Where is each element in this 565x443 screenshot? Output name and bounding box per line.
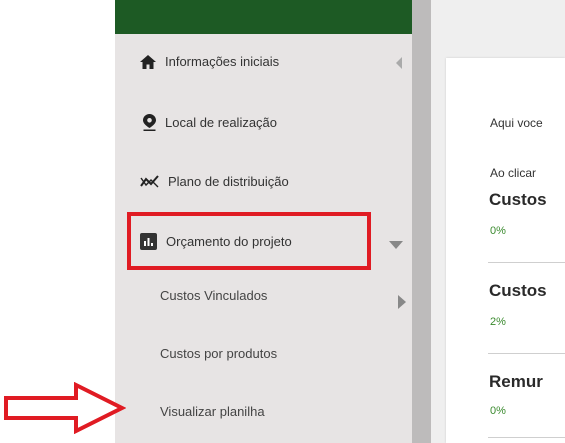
intro-text: Ao clicar <box>490 166 537 180</box>
section-divider <box>488 262 565 263</box>
section-divider <box>488 437 565 438</box>
subitem-visualizar-planilha[interactable]: Visualizar planilha <box>160 404 265 419</box>
sidebar-item-label: Informações iniciais <box>165 54 280 69</box>
trending-icon <box>140 175 159 188</box>
section-percent: 0% <box>490 225 506 237</box>
sidebar-item-label: Plano de distribuição <box>168 174 289 189</box>
sidebar-item-local-de-realizacao[interactable]: Local de realização <box>143 114 277 131</box>
section-percent: 2% <box>490 316 506 328</box>
intro-text: Aqui voce <box>490 116 543 130</box>
section-title: Remur <box>489 372 543 391</box>
subitem-custos-por-produtos[interactable]: Custos por produtos <box>160 346 277 361</box>
sidebar-header-bar <box>115 0 412 34</box>
section-title: Custos <box>489 190 547 209</box>
section-divider <box>488 353 565 354</box>
home-icon <box>140 54 156 69</box>
chevron-down-icon[interactable] <box>389 236 403 254</box>
sidebar-item-plano-de-distribuicao[interactable]: Plano de distribuição <box>140 174 289 189</box>
section-percent: 0% <box>490 405 506 417</box>
sidebar-item-informacoes-iniciais[interactable]: Informações iniciais <box>140 54 279 69</box>
location-pin-icon <box>143 114 156 131</box>
sidebar-divider <box>412 0 431 443</box>
chevron-right-icon[interactable] <box>398 295 406 314</box>
section-title: Custos <box>489 281 547 300</box>
subitem-custos-vinculados[interactable]: Custos Vinculados <box>160 288 267 303</box>
highlight-box <box>127 212 371 270</box>
chevron-left-icon[interactable] <box>396 56 404 74</box>
arrow-right-icon <box>4 381 127 439</box>
sidebar-item-label: Local de realização <box>165 115 278 130</box>
